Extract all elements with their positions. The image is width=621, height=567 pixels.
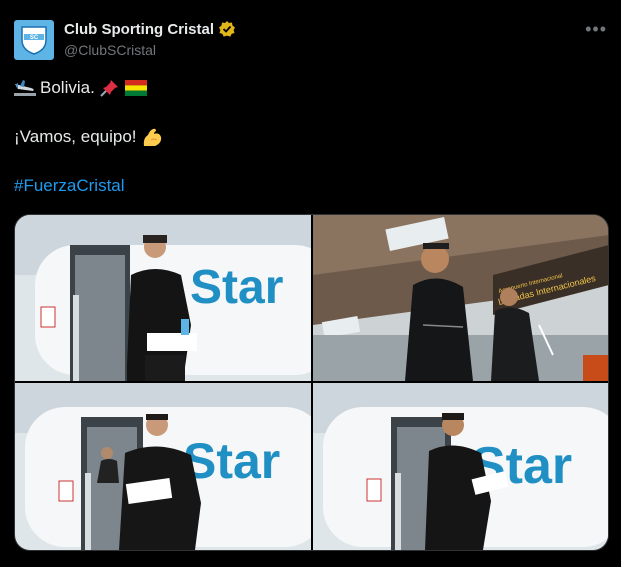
post-line-3: #FuerzaCristal: [14, 174, 604, 198]
flexed-biceps-emoji-icon: [143, 128, 161, 146]
avatar-text: SC: [30, 35, 39, 41]
post-text: Bolivia. ¡Vamos, equipo! #FuerzaCristal: [14, 76, 604, 198]
author-handle[interactable]: @ClubSCristal: [64, 42, 236, 58]
avatar[interactable]: SC: [14, 20, 54, 60]
more-options-button[interactable]: •••: [585, 19, 607, 39]
post-line-1-text: Bolivia.: [40, 78, 95, 97]
post-spacer-2: [14, 149, 604, 174]
photo-4[interactable]: Star: [313, 383, 608, 550]
pushpin-emoji-icon: [100, 80, 118, 97]
post-line-2-text: ¡Vamos, equipo!: [14, 127, 137, 146]
hashtag-link[interactable]: #FuerzaCristal: [14, 174, 125, 198]
club-crest-icon: SC: [21, 26, 47, 55]
airplane-landing-emoji-icon: [14, 80, 36, 96]
media-grid: Star Llegadas Internacionales Aeropuerto…: [14, 214, 609, 551]
author-display-name[interactable]: Club Sporting Cristal: [64, 21, 214, 38]
photo-1-airline-text: Star: [190, 261, 283, 314]
more-options-label: •••: [585, 19, 607, 39]
photo-1-image: Star: [15, 215, 311, 381]
post-line-1: Bolivia.: [14, 76, 604, 100]
verified-badge-icon: [219, 21, 235, 37]
photo-3-image: Star: [15, 383, 311, 550]
author-display-name-row[interactable]: Club Sporting Cristal: [64, 20, 236, 38]
photo-1[interactable]: Star: [15, 215, 311, 381]
photo-2[interactable]: Llegadas Internacionales Aeropuerto Inte…: [313, 215, 608, 381]
post-spacer-1: [14, 100, 604, 125]
photo-4-image: Star: [313, 383, 608, 550]
photo-3-airline-text: Star: [183, 433, 280, 489]
post-line-2: ¡Vamos, equipo!: [14, 125, 604, 149]
photo-3[interactable]: Star: [15, 383, 311, 550]
post-header: SC Club Sporting Cristal @ClubSCristal •…: [14, 18, 609, 62]
bolivia-flag-emoji-icon: [124, 80, 147, 96]
author-names: Club Sporting Cristal @ClubSCristal: [64, 20, 236, 58]
photo-2-image: Llegadas Internacionales Aeropuerto Inte…: [313, 215, 608, 381]
